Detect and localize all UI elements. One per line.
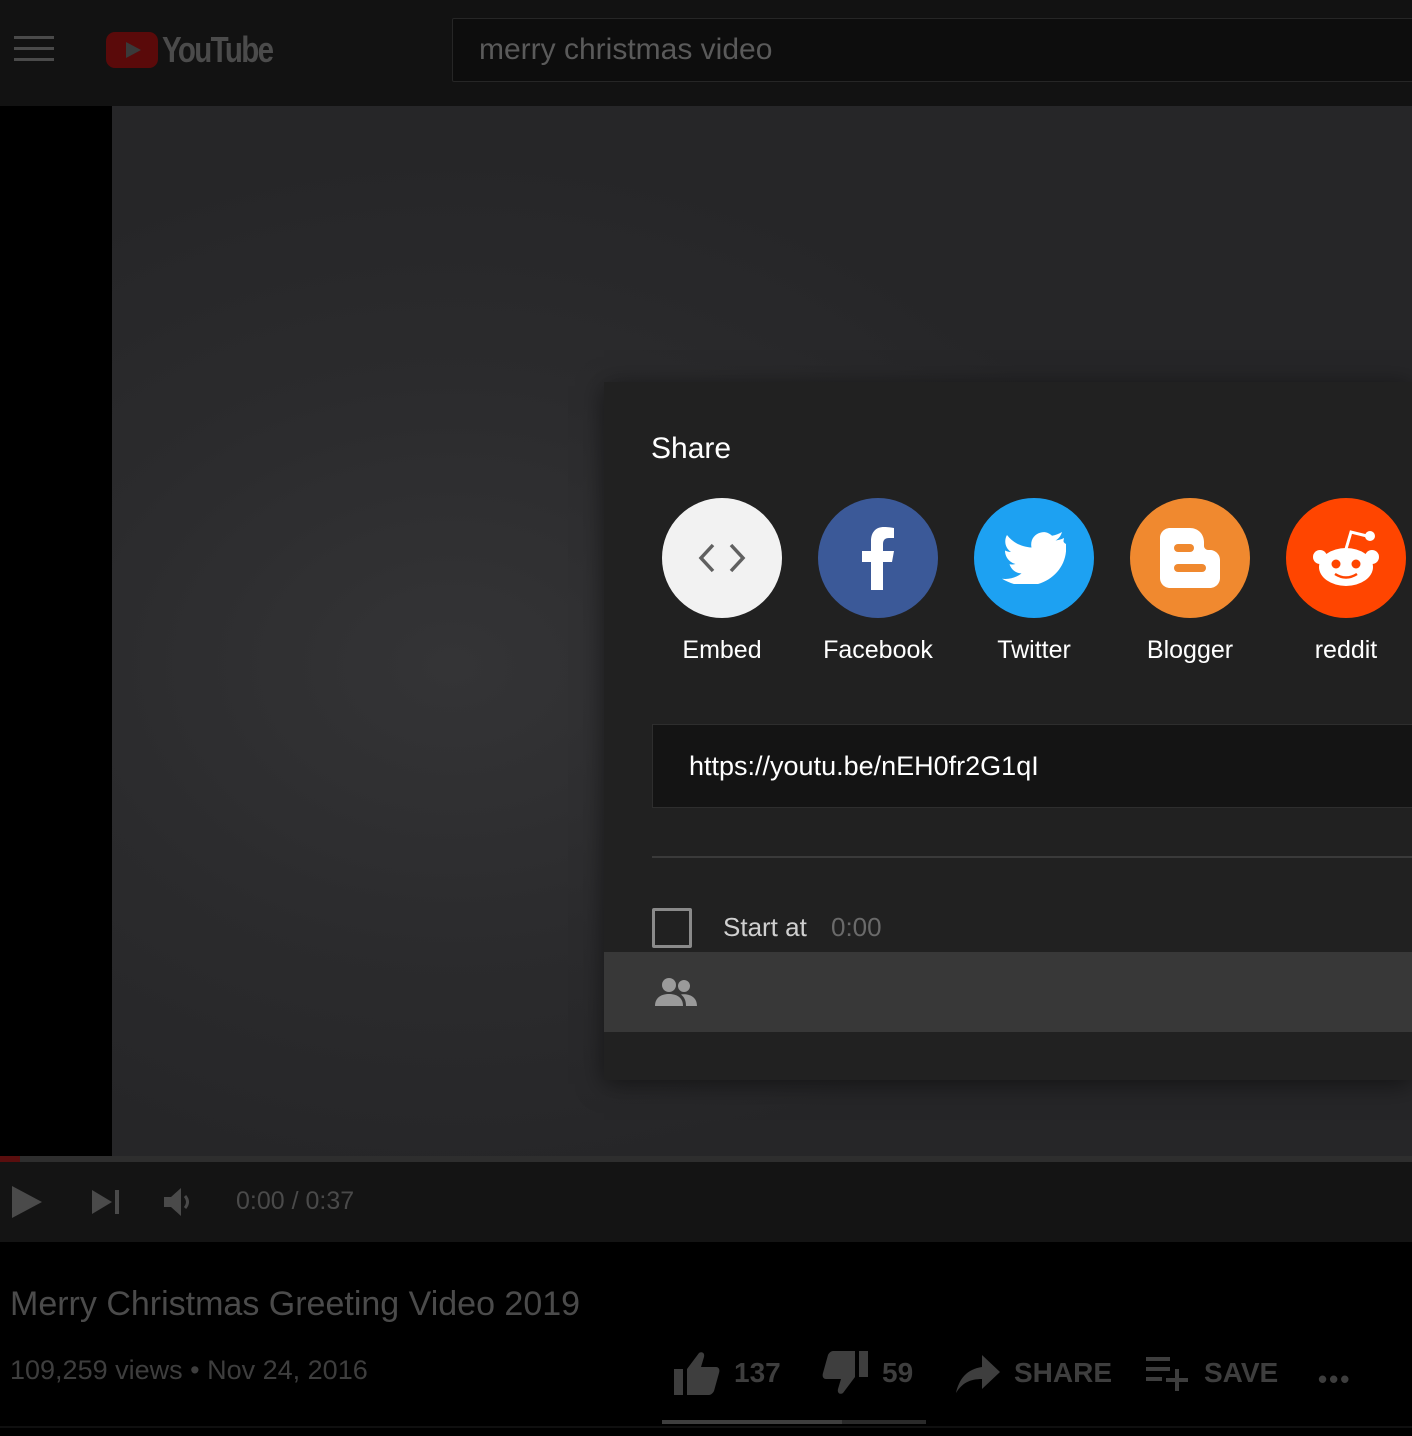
share-target-label: Twitter [997, 636, 1071, 664]
people-icon [655, 978, 697, 1006]
share-target-label: Facebook [823, 636, 933, 664]
start-at-time-input[interactable]: 0:00 [831, 912, 882, 943]
player-controls [0, 1156, 1412, 1242]
divider [652, 856, 1412, 858]
blogger-icon [1130, 498, 1250, 618]
start-at-checkbox[interactable] [652, 908, 692, 948]
logo-text: YouTube [162, 29, 274, 70]
volume-icon[interactable] [162, 1186, 196, 1218]
save-button[interactable]: SAVE [1146, 1350, 1278, 1396]
share-blogger-button[interactable]: Blogger [1112, 498, 1268, 665]
save-label: SAVE [1204, 1357, 1279, 1388]
sentiment-bar-likes [662, 1420, 842, 1424]
share-twitter-button[interactable]: Twitter [956, 498, 1112, 665]
time-display: 0:00 / 0:37 [236, 1187, 355, 1215]
masthead: YouTube merry christmas video [0, 0, 1412, 106]
share-target-label: Embed [682, 636, 762, 664]
share-embed-button[interactable]: Embed [644, 498, 800, 665]
view-count: 109,259 views [10, 1355, 183, 1385]
share-dialog: Share Embed Facebook Twitter Blogger red… [604, 382, 1412, 1080]
share-arrow-icon [956, 1355, 1000, 1393]
start-at-label: Start at [723, 912, 807, 942]
twitter-bird-icon [974, 498, 1094, 618]
dislike-count: 59 [882, 1357, 914, 1388]
video-meta: 109,259 views • Nov 24, 2016 [10, 1355, 368, 1386]
more-icon: ••• [1318, 1363, 1352, 1394]
player-letterbox [0, 106, 112, 1242]
share-target-label: reddit [1314, 636, 1378, 664]
thumbs-down-icon [822, 1351, 868, 1394]
dialog-title: Share [651, 432, 732, 465]
share-url-text: https://youtu.be/nEH0fr2G1qI [689, 751, 1039, 781]
share-facebook-button[interactable]: Facebook [800, 498, 956, 665]
share-target-label: Blogger [1146, 636, 1234, 664]
divider [0, 1426, 1412, 1428]
share-url-field[interactable]: https://youtu.be/nEH0fr2G1qI [652, 724, 1412, 808]
upload-date: Nov 24, 2016 [207, 1355, 368, 1385]
progress-played [0, 1156, 20, 1162]
facebook-icon [818, 498, 938, 618]
share-button[interactable]: SHARE [956, 1350, 1112, 1396]
youtube-play-logo-icon [106, 32, 158, 68]
menu-icon[interactable] [14, 36, 54, 66]
reddit-icon [1286, 498, 1406, 618]
like-count: 137 [734, 1357, 781, 1388]
search-input[interactable]: merry christmas video [452, 18, 1412, 82]
next-icon[interactable] [90, 1188, 122, 1216]
like-button[interactable]: 137 [674, 1350, 781, 1396]
thumbs-up-icon [674, 1352, 720, 1395]
dislike-button[interactable]: 59 [822, 1350, 913, 1396]
share-reddit-button[interactable]: reddit [1268, 498, 1412, 665]
meta-separator: • [190, 1355, 200, 1385]
video-title: Merry Christmas Greeting Video 2019 [10, 1285, 581, 1323]
add-to-playlist-icon [1146, 1357, 1188, 1391]
progress-bar[interactable] [0, 1156, 1412, 1162]
youtube-logo[interactable]: YouTube [106, 29, 297, 70]
search-query: merry christmas video [479, 33, 773, 66]
more-actions-button[interactable]: ••• [1318, 1356, 1351, 1402]
embed-code-icon [662, 498, 782, 618]
share-label: SHARE [1014, 1357, 1113, 1388]
share-to-contacts-row[interactable] [604, 952, 1412, 1032]
play-icon[interactable] [10, 1184, 44, 1220]
